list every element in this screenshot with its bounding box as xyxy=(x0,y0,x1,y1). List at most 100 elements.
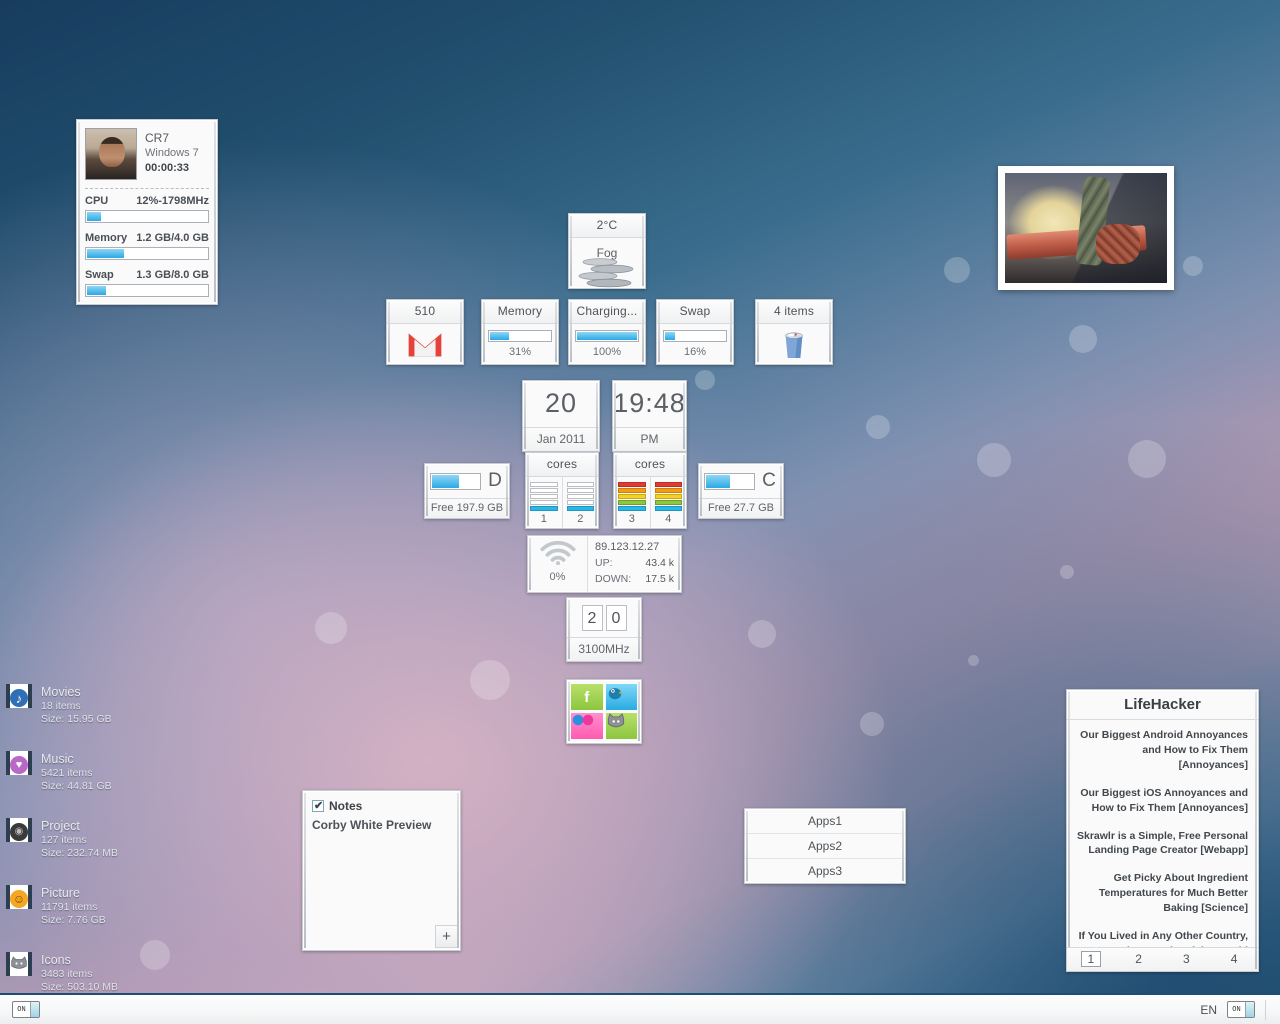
cpu-row: CPU 12%-1798MHz xyxy=(77,193,217,230)
social-launcher-widget[interactable]: f xyxy=(566,679,642,744)
memory-bar xyxy=(85,247,209,260)
weather-temperature: 2°C xyxy=(569,214,645,238)
music-note-icon: ♪ xyxy=(6,684,32,708)
clock-meridiem: PM xyxy=(613,427,686,451)
system-monitor-widget[interactable]: CR7 Windows 7 00:00:33 CPU 12%-1798MHz Me… xyxy=(76,119,218,305)
swap-gadget[interactable]: Swap 16% xyxy=(656,299,734,365)
user-summary: CR7 Windows 7 00:00:33 xyxy=(77,120,217,186)
folder-item-music[interactable]: ♥ Music 5421 items Size: 44.81 GB xyxy=(6,750,166,794)
disk-d-letter: D xyxy=(488,470,502,491)
date-monthyear: Jan 2011 xyxy=(523,427,599,451)
photo-image xyxy=(1005,173,1167,283)
disk-widget-d[interactable]: D Free 197.9 GB xyxy=(424,463,510,519)
facebook-icon[interactable]: f xyxy=(571,684,603,710)
bg-bubble xyxy=(860,712,884,736)
folder-item-picture[interactable]: ☺ Picture 11791 items Size: 7.76 GB xyxy=(6,884,166,928)
trash-bin-icon xyxy=(785,332,803,358)
feed-page-4[interactable]: 4 xyxy=(1210,948,1258,971)
disk-d-bar xyxy=(430,472,481,490)
apps-menu-item[interactable]: Apps3 xyxy=(745,858,905,883)
add-note-button[interactable]: + xyxy=(435,925,458,948)
folder-item-icons[interactable]: Icons 3483 items Size: 503.10 MB xyxy=(6,951,166,995)
battery-gadget[interactable]: Charging... 100% xyxy=(568,299,646,365)
photo-frame-widget[interactable] xyxy=(998,166,1174,290)
core-item: 1 xyxy=(526,477,562,528)
toggle-knob xyxy=(30,1002,39,1017)
cat-icon xyxy=(6,951,32,976)
memory-gadget-title: Memory xyxy=(482,300,558,324)
feed-headline[interactable]: Skrawlr is a Simple, Free Personal Landi… xyxy=(1077,829,1248,859)
feed-page-3[interactable]: 3 xyxy=(1163,948,1211,971)
bg-bubble xyxy=(695,370,715,390)
folder-shortcut-list: ♪ Movies 18 items Size: 15.95 GB ♥ Music… xyxy=(6,684,166,1018)
upload-value: 43.4 k xyxy=(645,557,674,569)
trash-count: 4 items xyxy=(756,300,832,324)
memory-label: Memory xyxy=(85,232,128,244)
memory-gadget-bar xyxy=(488,330,552,342)
core-number: 4 xyxy=(665,513,672,525)
notes-text[interactable]: Corby White Preview xyxy=(312,818,451,832)
feed-page-2[interactable]: 2 xyxy=(1115,948,1163,971)
memory-value: 1.2 GB/4.0 GB xyxy=(136,232,209,244)
bg-bubble xyxy=(866,415,890,439)
swap-row: Swap 1.3 GB/8.0 GB xyxy=(77,267,217,304)
apps-menu-widget[interactable]: Apps1 Apps2 Apps3 xyxy=(744,808,906,884)
disk-c-letter: C xyxy=(762,470,776,491)
swap-gadget-title: Swap xyxy=(657,300,733,324)
folder-item-movies[interactable]: ♪ Movies 18 items Size: 15.95 GB xyxy=(6,684,166,727)
bg-bubble xyxy=(315,612,347,644)
uptime: 00:00:33 xyxy=(145,162,190,175)
feed-page-1[interactable]: 1 xyxy=(1067,948,1115,971)
cpu-value: 12%-1798MHz xyxy=(136,195,209,207)
folder-size: Size: 7.76 GB xyxy=(41,914,106,927)
swap-value: 1.3 GB/8.0 GB xyxy=(136,269,209,281)
date-widget[interactable]: 20 Jan 2011 xyxy=(522,380,600,452)
apps-menu-item[interactable]: Apps1 xyxy=(745,809,905,833)
disk-c-bar xyxy=(704,472,755,490)
weather-widget[interactable]: 2°C Fog xyxy=(568,213,646,289)
weather-condition: Fog xyxy=(596,246,618,260)
memory-gadget[interactable]: Memory 31% xyxy=(481,299,559,365)
cores-widget-1-2[interactable]: cores 1 2 xyxy=(525,452,599,529)
lifehacker-feed-widget[interactable]: LifeHacker Our Biggest Android Annoyance… xyxy=(1066,689,1259,972)
os-name: Windows 7 xyxy=(145,147,199,160)
cores-widget-3-4[interactable]: cores 3 4 xyxy=(613,452,687,529)
bg-bubble xyxy=(1069,325,1097,353)
notes-checkbox[interactable] xyxy=(312,799,324,812)
apps-menu-item[interactable]: Apps2 xyxy=(745,833,905,858)
cpu-frequency-widget[interactable]: 2 0 3100MHz xyxy=(566,597,642,662)
swap-bar xyxy=(85,284,209,297)
folder-name: Music xyxy=(41,751,74,766)
taskbar-toggle-left[interactable]: ON xyxy=(12,1001,40,1018)
taskbar-toggle-right[interactable]: ON xyxy=(1227,1001,1255,1018)
freq-digit: 2 xyxy=(581,605,603,631)
wifi-icon xyxy=(539,541,576,566)
flickr-icon[interactable] xyxy=(571,713,603,739)
gmail-icon xyxy=(408,332,442,357)
feed-headline[interactable]: If You Lived in Any Other Country, How M… xyxy=(1077,929,1248,947)
memory-gadget-pct: 31% xyxy=(508,346,532,358)
feed-headline[interactable]: Our Biggest Android Annoyances and How t… xyxy=(1077,728,1248,773)
gmail-widget[interactable]: 510 xyxy=(386,299,464,365)
divider xyxy=(85,188,209,189)
download-label: DOWN: xyxy=(595,572,632,585)
notes-widget[interactable]: Notes Corby White Preview + xyxy=(302,790,461,951)
trash-gadget[interactable]: 4 items xyxy=(755,299,833,365)
twitter-icon[interactable] xyxy=(605,684,637,710)
cat-icon[interactable] xyxy=(605,713,637,739)
disk-widget-c[interactable]: C Free 27.7 GB xyxy=(698,463,784,519)
cpu-frequency-value: 3100MHz xyxy=(567,637,641,661)
clock-widget[interactable]: 19:48 PM xyxy=(612,380,687,452)
folder-item-project[interactable]: ◉ Project 127 items Size: 232.74 MB xyxy=(6,817,166,861)
folder-size: Size: 44.81 GB xyxy=(41,780,112,793)
feed-headline[interactable]: Get Picky About Ingredient Temperatures … xyxy=(1077,871,1248,916)
language-indicator[interactable]: EN xyxy=(1200,1003,1217,1017)
network-widget[interactable]: 0% 89.123.12.27 UP: 43.4 k DOWN: 17.5 k xyxy=(527,535,682,593)
upload-label: UP: xyxy=(595,557,613,569)
feed-headline[interactable]: Our Biggest iOS Annoyances and How to Fi… xyxy=(1077,786,1248,816)
user-name: CR7 xyxy=(145,131,170,145)
feed-title: LifeHacker xyxy=(1067,690,1258,720)
disk-d-free: Free 197.9 GB xyxy=(425,498,509,518)
core-number: 1 xyxy=(540,513,547,525)
network-ip: 89.123.12.27 xyxy=(595,541,660,553)
